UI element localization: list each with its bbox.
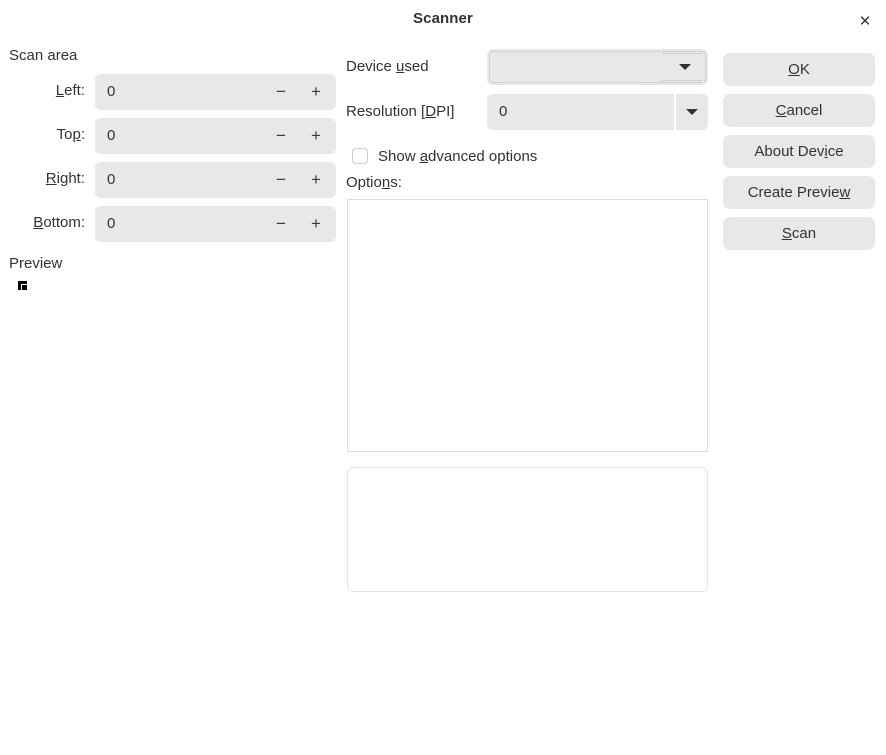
create-preview-button[interactable]: Create Preview [723,176,875,209]
resolution-input[interactable]: 0 [487,94,674,130]
scan-area-row-right: Right: 0 − + [0,162,336,198]
right-spinner[interactable]: 0 − + [95,162,336,198]
resolution-dropdown-button[interactable] [676,94,708,130]
left-label: Left: [0,82,85,99]
scan-area-row-top: Top: 0 − + [0,118,336,154]
option-description-box[interactable] [347,467,708,592]
left-spinner[interactable]: 0 − + [95,74,336,110]
show-advanced-options-label: Show advanced options [378,148,537,165]
device-combo-top-line [662,53,702,54]
left-plus-button[interactable]: + [301,74,331,110]
left-minus-button[interactable]: − [266,74,296,110]
preview-heading: Preview [9,255,62,272]
bottom-value: 0 [107,215,115,232]
about-device-button[interactable]: About Device [723,135,875,168]
window-title: Scanner [0,10,886,27]
device-used-combobox[interactable] [487,49,708,85]
cancel-button[interactable]: Cancel [723,94,875,127]
chevron-down-icon [686,109,698,115]
bottom-minus-button[interactable]: − [266,206,296,242]
top-plus-button[interactable]: + [301,118,331,154]
titlebar: Scanner ✕ [0,0,886,40]
top-label: Top: [0,126,85,143]
right-plus-button[interactable]: + [301,162,331,198]
bottom-spinner[interactable]: 0 − + [95,206,336,242]
preview-thumbnail-icon[interactable] [18,281,27,290]
chevron-down-icon [679,64,691,70]
close-icon[interactable]: ✕ [852,8,878,34]
show-advanced-options-row[interactable]: Show advanced options [352,146,537,166]
bottom-label: Bottom: [0,214,85,231]
device-combo-bottom-line [662,80,702,81]
top-value: 0 [107,127,115,144]
scan-area-row-left: Left: 0 − + [0,74,336,110]
scan-area-row-bottom: Bottom: 0 − + [0,206,336,242]
top-minus-button[interactable]: − [266,118,296,154]
top-spinner[interactable]: 0 − + [95,118,336,154]
device-used-label: Device used [346,58,429,75]
right-minus-button[interactable]: − [266,162,296,198]
scanner-dialog-window: Scanner ✕ Scan area Left: 0 − + Top: 0 −… [0,0,886,755]
options-label: Options: [346,174,402,191]
bottom-plus-button[interactable]: + [301,206,331,242]
scan-button[interactable]: Scan [723,217,875,250]
resolution-label: Resolution [DPI] [346,103,454,120]
scan-area-heading: Scan area [9,47,77,64]
right-value: 0 [107,171,115,188]
show-advanced-options-checkbox[interactable] [352,148,368,164]
left-value: 0 [107,83,115,100]
resolution-value: 0 [499,103,507,120]
options-list[interactable] [347,199,708,452]
right-label: Right: [0,170,85,187]
ok-button[interactable]: OK [723,53,875,86]
